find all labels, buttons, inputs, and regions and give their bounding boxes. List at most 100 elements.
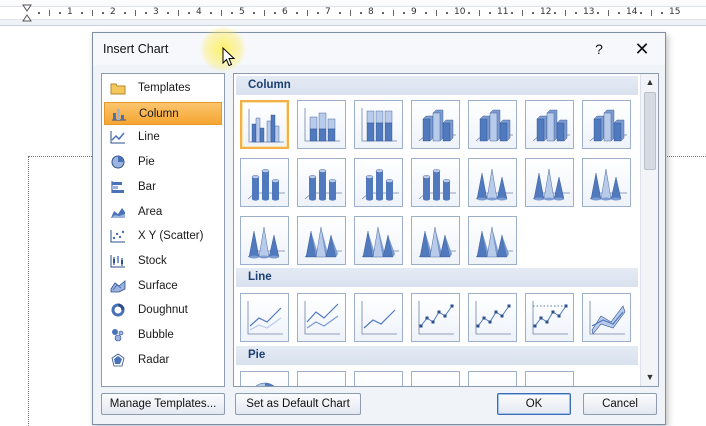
stacked-pyramid-thumb[interactable]: [354, 216, 403, 265]
ruler-number: 10: [454, 7, 466, 17]
gallery-section-title: Pie: [248, 349, 266, 361]
3d-cylinder-thumb[interactable]: [411, 158, 460, 207]
pie-subtype-thumb[interactable]: [354, 371, 403, 386]
chart-type-area[interactable]: Area: [104, 201, 222, 224]
bubble-chart-icon: [110, 328, 126, 342]
scatter-chart-icon: [110, 229, 126, 243]
chart-type-bubble[interactable]: Bubble: [104, 324, 222, 347]
chart-thumbnail-icon: [361, 169, 399, 201]
pie-subtype-thumb[interactable]: [240, 371, 289, 386]
ruler-dot: [575, 12, 578, 14]
stacked-column-thumb[interactable]: [297, 100, 346, 149]
3d-column-thumb[interactable]: [582, 100, 631, 149]
ruler-dot: [596, 12, 599, 14]
close-button[interactable]: ✕: [631, 38, 653, 60]
ruler-dot: [510, 12, 513, 14]
chart-type-label: Area: [138, 205, 163, 218]
ruler-tick: [134, 10, 136, 16]
3d-stacked-column-thumb[interactable]: [468, 100, 517, 149]
chart-thumbnail-icon: [532, 109, 570, 142]
100-stacked-column-thumb[interactable]: [354, 100, 403, 149]
ruler-dot: [618, 12, 621, 14]
ruler-number: 7: [325, 7, 331, 17]
line-subtype-thumb[interactable]: [582, 293, 631, 342]
3d-clustered-column-thumb[interactable]: [411, 100, 460, 149]
chart-type-templates[interactable]: Templates: [104, 77, 222, 100]
chart-type-surface[interactable]: Surface: [104, 275, 222, 298]
set-default-chart-button[interactable]: Set as Default Chart: [235, 393, 361, 415]
ruler-tick: [650, 10, 652, 16]
line-subtype-thumb[interactable]: [468, 293, 517, 342]
ruler-dot: [381, 12, 384, 14]
ruler-dot: [59, 12, 62, 14]
ruler-dot: [338, 12, 341, 14]
ruler-number: 13: [583, 7, 595, 17]
100-stacked-cone-thumb[interactable]: [582, 158, 631, 207]
indent-marker-icon[interactable]: [22, 4, 32, 22]
chart-type-label: Radar: [138, 353, 170, 366]
ruler-dot: [424, 12, 427, 14]
chart-thumbnail-icon: [532, 301, 568, 335]
ruler-tick: [478, 10, 480, 16]
chart-type-label: X Y (Scatter): [138, 230, 204, 243]
cancel-button[interactable]: Cancel: [583, 393, 657, 415]
chart-type-pie[interactable]: Pie: [104, 151, 222, 174]
gallery-section-column: Column: [236, 76, 638, 95]
ruler-dot: [188, 12, 191, 14]
chart-type-radar[interactable]: Radar: [104, 349, 222, 372]
3d-pyramid-thumb[interactable]: [468, 216, 517, 265]
chart-type-label: Doughnut: [138, 304, 188, 317]
gallery-section-title: Line: [248, 271, 272, 283]
ruler-number: 2: [110, 7, 116, 17]
stock-chart-icon: [110, 254, 126, 268]
stacked-cone-thumb[interactable]: [525, 158, 574, 207]
chart-type-doughnut[interactable]: Doughnut: [104, 299, 222, 322]
ruler-tick: [607, 10, 609, 16]
chart-type-label: Templates: [138, 82, 191, 94]
chart-thumbnail-icon: [361, 301, 397, 335]
manage-templates-button[interactable]: Manage Templates...: [101, 393, 225, 415]
pie-subtype-thumb[interactable]: [297, 371, 346, 386]
chart-thumbnail-icon: [418, 301, 454, 335]
pie-subtype-thumb[interactable]: [525, 371, 574, 386]
ruler-dot: [403, 12, 406, 14]
dialog-titlebar[interactable]: Insert Chart ? ✕: [93, 33, 665, 65]
chart-thumbnail-icon: [416, 376, 457, 387]
chart-type-label: Line: [138, 131, 160, 144]
ruler-dot: [553, 12, 556, 14]
pie-subtype-thumb[interactable]: [411, 371, 460, 387]
chart-type-bar[interactable]: Bar: [104, 176, 222, 199]
ruler-tick: [91, 10, 93, 16]
chart-type-column[interactable]: Column: [104, 101, 222, 125]
scroll-up-icon[interactable]: ▲: [641, 74, 658, 91]
chart-thumbnail-icon: [304, 226, 342, 258]
clustered-pyramid-thumb[interactable]: [297, 216, 346, 265]
3d-cone-thumb[interactable]: [240, 216, 289, 265]
chart-type-stock[interactable]: Stock: [104, 250, 222, 273]
line-subtype-thumb[interactable]: [297, 293, 346, 342]
line-subtype-thumb[interactable]: [525, 293, 574, 342]
line-subtype-thumb[interactable]: [411, 293, 460, 342]
clustered-cylinder-thumb[interactable]: [240, 158, 289, 207]
chart-thumbnail-icon: [589, 168, 627, 201]
3d-100-stacked-column-thumb[interactable]: [525, 100, 574, 149]
horizontal-ruler[interactable]: 1 2 3 4 5 6 7 8 9 10 11 12 13 14 15: [0, 0, 706, 26]
chart-type-line[interactable]: Line: [104, 126, 222, 149]
ruler-number: 5: [239, 7, 245, 17]
line-subtype-thumb[interactable]: [354, 293, 403, 342]
100-stacked-pyramid-thumb[interactable]: [411, 216, 460, 265]
gallery-scrollbar[interactable]: ▲ ▼: [640, 74, 658, 386]
page-margin-guide: [28, 156, 98, 157]
scroll-down-icon[interactable]: ▼: [641, 369, 658, 386]
pie-subtype-thumb[interactable]: [468, 371, 517, 386]
folder-icon: [110, 81, 126, 95]
line-subtype-thumb[interactable]: [240, 293, 289, 342]
ok-button[interactable]: OK: [497, 393, 571, 415]
scroll-thumb[interactable]: [644, 92, 656, 170]
stacked-cylinder-thumb[interactable]: [297, 158, 346, 207]
clustered-cone-thumb[interactable]: [468, 158, 517, 207]
clustered-column-thumb[interactable]: [240, 100, 289, 149]
help-button[interactable]: ?: [589, 39, 609, 59]
100-stacked-cylinder-thumb[interactable]: [354, 158, 403, 207]
chart-type-x-y-scatter[interactable]: X Y (Scatter): [104, 225, 222, 248]
